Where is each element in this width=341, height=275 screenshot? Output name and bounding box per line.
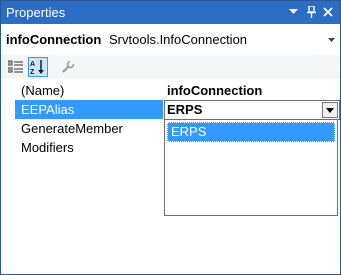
categorized-view-icon[interactable] [6,57,26,77]
property-row-name[interactable]: (Name) infoConnection [1,81,340,100]
properties-window: Properties infoConnection Srvtools.InfoC… [0,0,341,275]
window-menu-dropdown-icon[interactable] [285,4,301,20]
dropdown-button[interactable] [322,102,338,118]
eepalias-dropdown-list: ERPS [164,119,338,216]
dropdown-option-label: ERPS [171,124,207,139]
svg-text:A: A [30,61,35,68]
window-title: Properties [6,5,66,20]
eepalias-value-editor[interactable]: ERPS [164,100,340,120]
property-value[interactable]: ERPS [167,102,202,117]
alphabetical-view-icon[interactable]: A Z [28,57,48,77]
title-bar: Properties [1,1,340,24]
toolbar: A Z [1,55,340,79]
property-name: EEPAlias [21,102,75,117]
object-selector[interactable]: infoConnection Srvtools.InfoConnection [1,24,340,56]
property-pages-icon[interactable] [58,57,78,77]
property-name: (Name) [21,83,65,98]
property-value[interactable]: infoConnection [167,83,262,98]
close-icon[interactable] [320,4,336,20]
property-row-eepalias[interactable]: EEPAlias ERPS [1,100,340,120]
pin-icon[interactable] [303,4,319,20]
property-name: GenerateMember [21,121,123,136]
svg-text:Z: Z [30,69,35,75]
chevron-down-icon[interactable] [327,35,336,44]
dropdown-option[interactable]: ERPS [167,122,335,142]
property-name: Modifiers [21,140,74,155]
object-type: Srvtools.InfoConnection [109,32,248,47]
chevron-down-icon [326,107,334,113]
object-name: infoConnection [6,32,102,47]
